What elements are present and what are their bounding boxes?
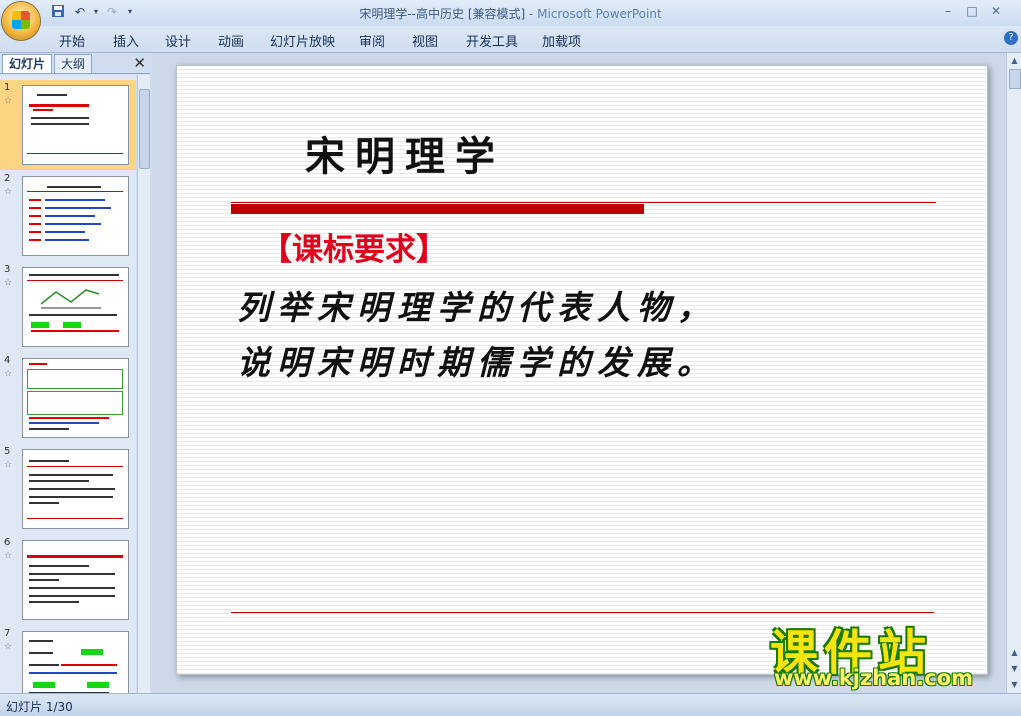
transition-star-icon: ☆ (4, 187, 13, 197)
thumbnail-slide-4[interactable]: 4 ☆ (0, 353, 136, 443)
scroll-down-icon[interactable]: ▼ (1008, 679, 1021, 691)
office-button[interactable] (2, 2, 40, 40)
tab-developer[interactable]: 开发工具 (466, 31, 518, 50)
title-rule (231, 202, 936, 203)
status-bar: 幻灯片 1/30 (0, 693, 1021, 716)
thumbnail-number: 1 (4, 82, 11, 93)
body-line-2[interactable]: 说明宋明时期儒学的发展。 (237, 336, 717, 384)
tab-animations[interactable]: 动画 (218, 31, 244, 50)
title-red-bar (231, 204, 644, 214)
minimize-icon[interactable]: – (937, 2, 959, 20)
thumbnail-slide-5[interactable]: 5 ☆ (0, 444, 136, 534)
maximize-icon[interactable]: □ (961, 2, 983, 20)
slide-scrollbar[interactable]: ▲ ▲ ▼ ▼ (1006, 53, 1021, 693)
tab-outline[interactable]: 大纲 (54, 54, 93, 73)
tab-view[interactable]: 视图 (412, 31, 438, 50)
scroll-thumb[interactable] (1009, 69, 1021, 89)
thumbnail-slide-6[interactable]: 6 ☆ (0, 535, 136, 625)
panel-close-icon[interactable]: ✕ (133, 54, 146, 72)
thumbnail-preview (22, 449, 129, 529)
scroll-up-icon[interactable]: ▲ (1008, 55, 1021, 67)
tab-insert[interactable]: 插入 (113, 31, 139, 50)
thumbnail-scrollbar[interactable] (137, 75, 150, 693)
thumbnail-number: 7 (4, 628, 11, 639)
thumbnail-number: 2 (4, 173, 11, 184)
transition-star-icon: ☆ (4, 369, 13, 379)
transition-star-icon: ☆ (4, 460, 13, 470)
tab-addins[interactable]: 加载项 (542, 31, 581, 50)
ribbon-tabs: 开始 插入 设计 动画 幻灯片放映 审阅 视图 开发工具 加载项 ? (0, 26, 1021, 53)
tab-slides[interactable]: 幻灯片 (2, 54, 53, 73)
watermark: 课件站 www.kjzhan.com (770, 617, 1005, 693)
thumbnail-preview (22, 85, 129, 165)
title-bar: ↶ ▾ ↷ ▾ 宋明理学--高中历史 [兼容模式] - Microsoft Po… (0, 0, 1021, 40)
tab-review[interactable]: 审阅 (359, 31, 385, 50)
thumbnail-number: 5 (4, 446, 11, 457)
transition-star-icon: ☆ (4, 96, 13, 106)
thumbnail-number: 6 (4, 537, 11, 548)
slide-title[interactable]: 宋明理学 (305, 124, 505, 182)
thumbnail-preview (22, 176, 129, 256)
slide-subtitle[interactable]: 【课标要求】 (261, 224, 447, 269)
thumbnail-slide-2[interactable]: 2 ☆ (0, 171, 136, 261)
thumbnail-preview (22, 540, 129, 620)
next-slide-icon[interactable]: ▼ (1008, 663, 1021, 675)
body-line-1[interactable]: 列举宋明理学的代表人物， (237, 281, 717, 329)
current-slide[interactable]: 宋明理学 【课标要求】 列举宋明理学的代表人物， 说明宋明时期儒学的发展。 (176, 65, 988, 675)
panel-tabs: 幻灯片 大纲 ✕ (0, 53, 150, 74)
office-logo-icon (12, 11, 30, 29)
window-title: 宋明理学--高中历史 [兼容模式] - Microsoft PowerPoint (359, 7, 662, 21)
thumbnail-slide-1[interactable]: 1 ☆ (0, 80, 136, 170)
thumbnail-preview (22, 631, 129, 693)
thumbnail-preview (22, 267, 129, 347)
help-icon[interactable]: ? (1004, 31, 1018, 45)
tab-home[interactable]: 开始 (59, 31, 85, 50)
tab-design[interactable]: 设计 (165, 31, 191, 50)
transition-star-icon: ☆ (4, 278, 13, 288)
thumbnail-scroll-thumb[interactable] (139, 89, 150, 169)
thumbnail-slide-7[interactable]: 7 ☆ (0, 626, 136, 693)
tab-slideshow[interactable]: 幻灯片放映 (270, 31, 335, 50)
thumbnail-slide-3[interactable]: 3 ☆ (0, 262, 136, 352)
slides-panel: 幻灯片 大纲 ✕ 1 ☆ 2 ☆ 3 ☆ 4 ☆ 5 ☆ 6 ☆ 7 ☆ (0, 53, 150, 693)
close-icon[interactable]: ✕ (985, 2, 1007, 20)
thumbnail-number: 3 (4, 264, 11, 275)
transition-star-icon: ☆ (4, 642, 13, 652)
slide-counter: 幻灯片 1/30 (6, 700, 73, 714)
thumbnail-list: 1 ☆ 2 ☆ 3 ☆ 4 ☆ 5 ☆ 6 ☆ 7 ☆ (0, 75, 136, 693)
transition-star-icon: ☆ (4, 551, 13, 561)
slide-editor: 宋明理学 【课标要求】 列举宋明理学的代表人物， 说明宋明时期儒学的发展。 (152, 53, 1005, 693)
watermark-url: www.kjzhan.com (774, 666, 974, 690)
previous-slide-icon[interactable]: ▲ (1008, 647, 1021, 659)
thumbnail-number: 4 (4, 355, 11, 366)
thumbnail-preview (22, 358, 129, 438)
